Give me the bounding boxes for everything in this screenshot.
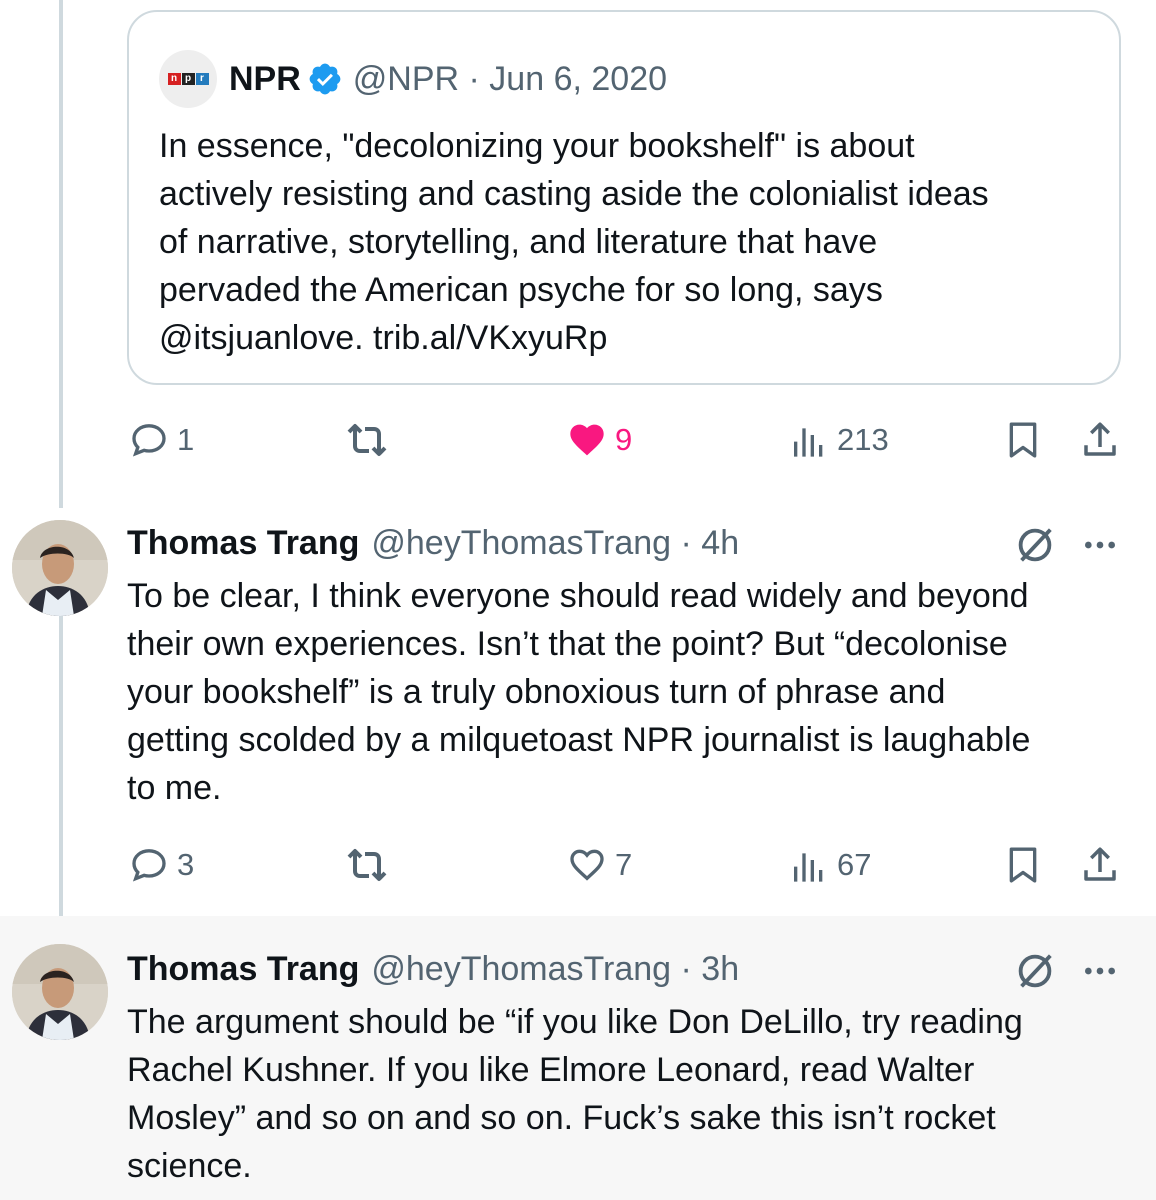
views-button[interactable]: 213 [789, 416, 889, 464]
more-dots-icon[interactable] [1080, 951, 1120, 991]
quoted-handle-date[interactable]: @NPR · Jun 6, 2020 [353, 60, 667, 99]
like-button[interactable]: 9 [567, 416, 632, 464]
reply-text: The argument should be “if you like Don … [127, 1003, 1023, 1185]
bar-chart-icon [794, 853, 823, 882]
like-button[interactable]: 7 [567, 841, 632, 889]
thread-line-top [59, 0, 63, 508]
share-button[interactable] [1079, 416, 1121, 464]
verified-badge-icon [309, 63, 341, 95]
quoted-tweet-header: n p r NPR @NPR · Jun 6, 2020 [159, 50, 667, 108]
bar-chart-icon [794, 428, 823, 457]
heart-icon [570, 424, 604, 456]
grok-slash-icon[interactable] [1012, 522, 1058, 568]
reply-header: Thomas Trang @heyThomasTrang · 4h [127, 518, 739, 568]
bookmark-button[interactable] [1003, 841, 1043, 889]
repost-button[interactable] [343, 841, 391, 889]
quoted-author-name[interactable]: NPR [229, 60, 301, 99]
npr-avatar[interactable]: n p r [159, 50, 217, 108]
reply-text: To be clear, I think everyone should rea… [127, 577, 1031, 807]
grok-slash-icon[interactable] [1012, 948, 1058, 994]
repost-arrows-icon [347, 424, 387, 456]
tweet-action-bar: 3 7 67 [127, 841, 1121, 889]
share-upload-icon [1084, 847, 1116, 881]
views-button[interactable]: 67 [789, 841, 871, 889]
bookmark-icon [1009, 422, 1037, 458]
avatar[interactable] [12, 520, 108, 616]
avatar[interactable] [12, 944, 108, 1040]
bookmark-button[interactable] [1003, 416, 1043, 464]
heart-icon [570, 849, 604, 881]
repost-button[interactable] [343, 416, 391, 464]
share-upload-icon [1084, 422, 1116, 456]
quoted-tweet-card[interactable]: n p r NPR @NPR · Jun 6, 2020 In essence,… [127, 10, 1121, 385]
tweet-action-bar: 1 9 213 [127, 416, 1121, 464]
reply-button[interactable]: 1 [129, 416, 194, 464]
speech-bubble-icon [132, 424, 166, 457]
more-dots-icon[interactable] [1080, 525, 1120, 565]
author-name[interactable]: Thomas Trang [127, 524, 359, 563]
reply-header: Thomas Trang @heyThomasTrang · 3h [127, 944, 739, 994]
speech-bubble-icon [132, 849, 166, 882]
reply-tweet-2[interactable]: Thomas Trang @heyThomasTrang · 3h The ar… [0, 916, 1156, 1200]
bookmark-icon [1009, 847, 1037, 883]
quoted-tweet-text: In essence, "decolonizing your bookshelf… [159, 127, 989, 357]
handle-time[interactable]: @heyThomasTrang · 4h [371, 524, 739, 563]
handle-time[interactable]: @heyThomasTrang · 3h [371, 950, 739, 989]
reply-button[interactable]: 3 [129, 841, 194, 889]
repost-arrows-icon [347, 849, 387, 881]
author-name[interactable]: Thomas Trang [127, 950, 359, 989]
npr-logo: n p r [167, 73, 209, 85]
reply-tweet-1[interactable]: Thomas Trang @heyThomasTrang · 4h To be … [0, 508, 1156, 916]
share-button[interactable] [1079, 841, 1121, 889]
